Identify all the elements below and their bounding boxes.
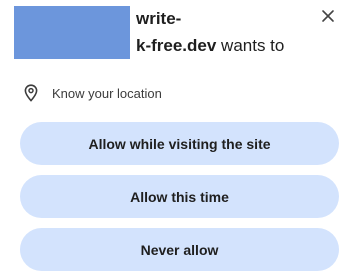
location-pin-icon	[24, 84, 38, 102]
dialog-title-line2: k-free.dev wants to	[136, 36, 284, 56]
close-icon[interactable]	[320, 8, 336, 24]
redacted-site-block	[14, 6, 130, 59]
dialog-title-line1: write-	[136, 9, 182, 28]
allow-this-time-button[interactable]: Allow this time	[20, 175, 339, 218]
dialog-title-suffix: wants to	[216, 36, 285, 55]
dialog-title-site: k-free.dev	[136, 36, 217, 55]
permission-label: Know your location	[52, 86, 162, 101]
allow-while-visiting-button[interactable]: Allow while visiting the site	[20, 122, 339, 165]
